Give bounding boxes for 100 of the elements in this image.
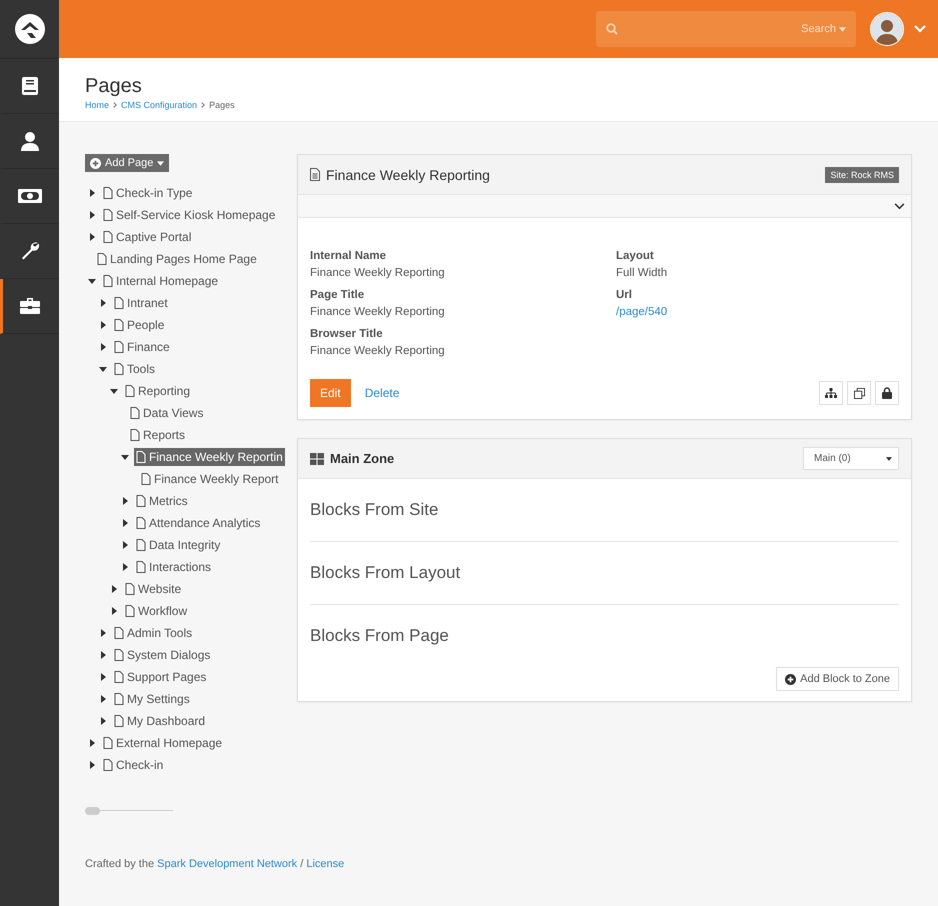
tree-item[interactable]: Workflow (123, 602, 190, 620)
page-icon (130, 429, 140, 441)
tree-item[interactable]: People (112, 316, 166, 334)
nav-item[interactable] (0, 279, 59, 334)
caret-right-icon[interactable] (88, 761, 96, 769)
copy-icon (854, 388, 864, 398)
tree-item[interactable]: Data Integrity (134, 536, 222, 554)
caret-right-icon[interactable] (110, 607, 118, 615)
caret-right-icon[interactable] (121, 541, 129, 549)
section-heading: Blocks From Page (310, 626, 449, 646)
page-icon (136, 495, 146, 507)
breadcrumb-current: Pages (209, 100, 235, 110)
breadcrumb-link[interactable]: CMS Configuration (121, 100, 198, 110)
caret-right-icon[interactable] (99, 343, 107, 351)
tree-item[interactable]: Metrics (134, 492, 190, 510)
page-icon (136, 539, 146, 551)
breadcrumb-link[interactable]: Home (85, 100, 110, 110)
tree-item[interactable]: Check-in Type (101, 184, 194, 202)
caret-right-icon[interactable] (99, 299, 107, 307)
scrollbar[interactable] (85, 806, 173, 816)
caret-right-icon[interactable] (99, 651, 107, 659)
page-icon (136, 451, 146, 463)
tree-item[interactable]: Data Views (128, 404, 206, 422)
page-icon (114, 693, 124, 705)
search-icon (606, 23, 618, 35)
caret-right-icon[interactable] (88, 739, 96, 747)
section-heading: Blocks From Layout (310, 563, 460, 583)
tree-item[interactable]: Interactions (134, 558, 214, 576)
tree-item[interactable]: System Dialogs (112, 646, 212, 664)
caret-down-icon[interactable] (99, 365, 107, 373)
tree-item[interactable]: Finance Weekly Report (139, 470, 280, 488)
caret-right-icon[interactable] (99, 673, 107, 681)
caret-right-icon[interactable] (110, 585, 118, 593)
caret-right-icon[interactable] (99, 321, 107, 329)
caret-down-icon[interactable] (121, 453, 129, 461)
wrench-icon (20, 241, 40, 261)
field-value: Finance Weekly Reporting (310, 306, 446, 318)
tree-item[interactable]: Support Pages (112, 668, 208, 686)
caret-right-icon[interactable] (99, 695, 107, 703)
page-icon (103, 231, 113, 243)
grid-icon (310, 452, 324, 464)
tree-item[interactable]: Reporting (123, 382, 192, 400)
tree-item[interactable]: Intranet (112, 294, 170, 312)
caret-right-icon[interactable] (99, 717, 107, 725)
field-value: Full Width (616, 267, 668, 279)
tree-item[interactable]: Captive Portal (101, 228, 194, 246)
tree-item[interactable]: Finance Weekly Reportin (134, 448, 285, 466)
tree-item[interactable]: External Homepage (101, 734, 224, 752)
chevron-down-icon (894, 202, 905, 210)
caret-down-icon[interactable] (88, 277, 96, 285)
hierarchy-button[interactable] (819, 381, 843, 405)
caret-right-icon[interactable] (88, 189, 96, 197)
delete-link[interactable]: Delete (364, 386, 400, 400)
page-icon (114, 297, 124, 309)
tree-item[interactable]: Attendance Analytics (134, 514, 262, 532)
page-icon (136, 561, 146, 573)
tree-item[interactable]: Landing Pages Home Page (95, 250, 259, 268)
caret-right-icon[interactable] (88, 211, 96, 219)
tree-item[interactable]: Admin Tools (112, 624, 194, 642)
avatar[interactable] (870, 12, 904, 46)
field-label: Layout (616, 250, 655, 262)
zone-select[interactable]: Main (0) (803, 447, 899, 470)
logo-icon[interactable] (14, 13, 46, 45)
page-icon (114, 319, 124, 331)
chevron-down-icon[interactable] (914, 25, 926, 33)
tree-item[interactable]: My Dashboard (112, 712, 208, 730)
tree-item[interactable]: Check-in (101, 756, 166, 774)
tree-item[interactable]: Website (123, 580, 184, 598)
caret-right-icon[interactable] (88, 233, 96, 241)
add-page-button[interactable]: Add Page (85, 154, 170, 172)
page-icon (114, 715, 124, 727)
field-label: Browser Title (310, 328, 384, 340)
tree-item[interactable]: Internal Homepage (101, 272, 220, 290)
caret-right-icon[interactable] (99, 629, 107, 637)
field-label: Url (616, 289, 633, 301)
person-icon (20, 131, 38, 151)
lock-button[interactable] (875, 381, 899, 405)
url-link[interactable]: /page/540 (616, 306, 899, 318)
lock-icon (882, 387, 892, 399)
section-heading: Blocks From Site (310, 500, 438, 520)
caret-right-icon[interactable] (121, 497, 129, 505)
page-icon (97, 253, 107, 265)
caret-right-icon[interactable] (121, 563, 129, 571)
chevron-right-icon (201, 102, 206, 108)
chevron-right-icon (113, 102, 118, 108)
page-icon (114, 649, 124, 661)
caret-down-icon (886, 456, 892, 460)
field-value: Finance Weekly Reporting (310, 345, 446, 357)
tree-item[interactable]: Reports (128, 426, 188, 444)
tree-item[interactable]: Tools (112, 360, 158, 378)
page-icon (136, 517, 146, 529)
add-block-button[interactable]: Add Block to Zone (776, 667, 899, 691)
caret-down-icon[interactable] (110, 387, 118, 395)
document-icon (310, 168, 320, 181)
copy-button[interactable] (847, 381, 871, 405)
caret-right-icon[interactable] (121, 519, 129, 527)
tree-item[interactable]: Self-Service Kiosk Homepage (101, 206, 278, 224)
site-label: Site: Rock RMS (825, 166, 899, 182)
tree-item[interactable]: My Settings (112, 690, 192, 708)
tree-item[interactable]: Finance (112, 338, 172, 356)
